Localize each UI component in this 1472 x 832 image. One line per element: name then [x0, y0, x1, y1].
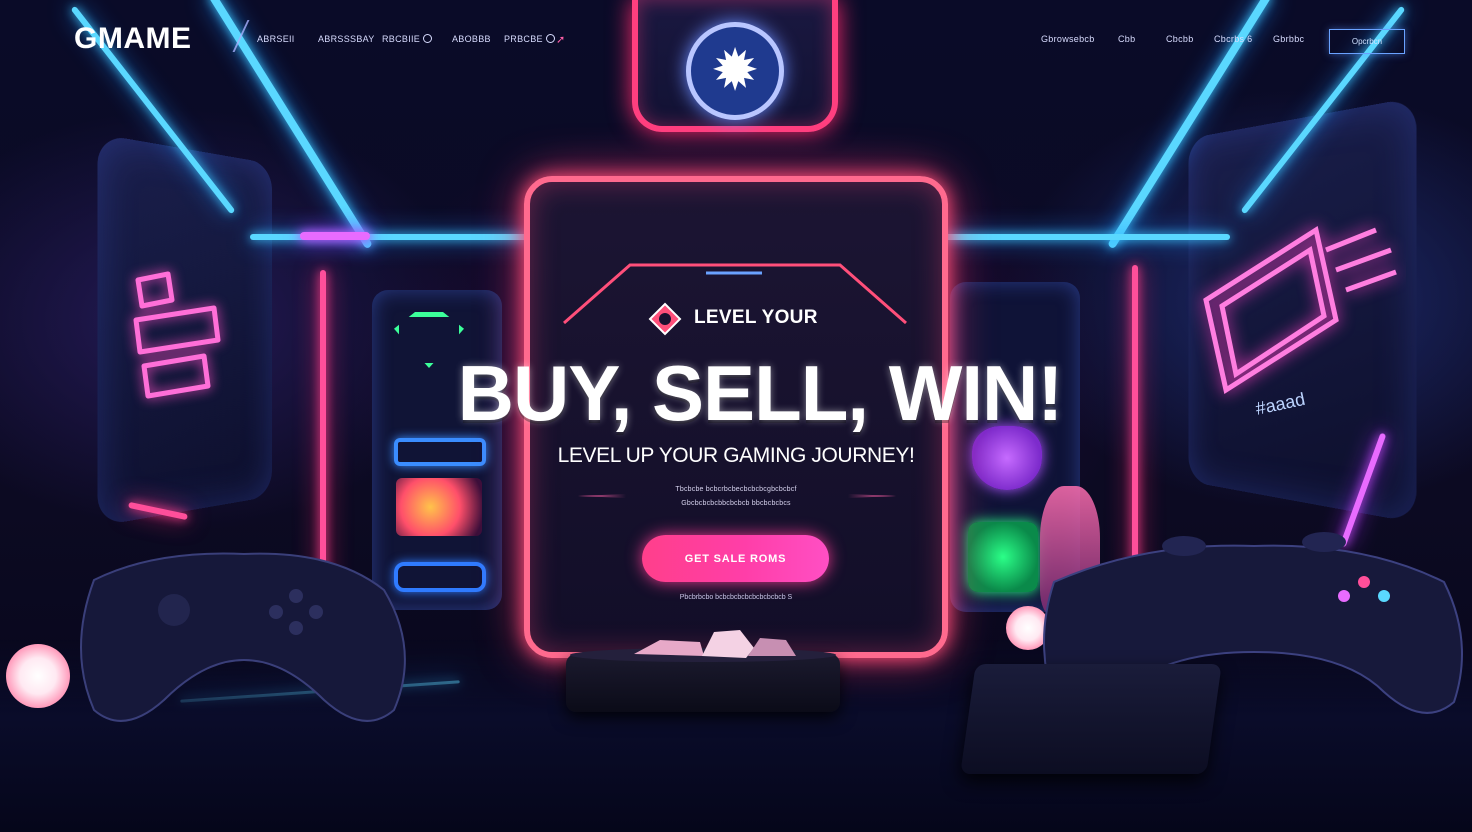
nav-link-label: RBCBIIE	[382, 34, 421, 44]
game-art-thumb	[396, 478, 482, 536]
hero-description-line: Gbcbcbcbcbbcbcbcb bbcbcbcbcs	[681, 500, 791, 507]
nav-link-label: ABRSSSBAY	[318, 34, 375, 44]
hero-eyebrow: LEVEL YOUR	[694, 307, 818, 328]
diamond-logo-icon	[648, 302, 682, 336]
nav-link-label: Gbrbbc	[1273, 34, 1305, 44]
nav-link-label: Gbrowsebcb	[1041, 34, 1095, 44]
nav-link[interactable]: RBCBIIE	[382, 34, 433, 44]
top-navigation: GMAME ABRSEII ABRSSSBAY RBCBIIE ABOBBB P…	[0, 0, 1472, 80]
glow-orb	[6, 644, 70, 708]
pedestal	[566, 654, 840, 712]
nav-link[interactable]: Gbrbbc	[1273, 34, 1304, 44]
left-sale-sign-icon	[133, 271, 221, 399]
device-box	[960, 664, 1222, 774]
nav-link-label: ABRSEII	[257, 34, 295, 44]
nav-link[interactable]: PRBCBE	[504, 34, 555, 44]
nav-link-label: Cbb	[1118, 34, 1136, 44]
right-panel-neon-icon: #aaad	[1203, 225, 1397, 419]
nav-link[interactable]: Cbb	[1118, 34, 1135, 44]
hero-scene: #aaad LEVEL YOUR BUY, SELL, WIN	[0, 0, 1472, 832]
nav-link[interactable]: Cbcbb	[1166, 34, 1194, 44]
nav-link[interactable]: ABRSSSBAY	[318, 34, 375, 44]
neon-line	[930, 234, 1230, 240]
neon-line	[250, 234, 540, 240]
brand-logo[interactable]: GMAME	[74, 22, 192, 56]
nav-link-label: ABOBBB	[452, 34, 491, 44]
green-neon-block	[968, 522, 1038, 592]
nav-link[interactable]: Cbcrbs 6	[1214, 34, 1252, 44]
nav-link-label: Cbcbb	[1166, 34, 1194, 44]
nav-link-label: PRBCBE	[504, 34, 543, 44]
svg-text:#aaad: #aaad	[1254, 389, 1307, 419]
hero-headline: BUY, SELL, WIN!	[457, 349, 1064, 437]
get-sale-button[interactable]: GET SALE ROMS	[642, 535, 829, 582]
logo-slash-icon	[218, 20, 250, 52]
nav-link[interactable]: Gbrowsebcb	[1041, 34, 1095, 44]
left-gamepad-icon	[80, 552, 406, 722]
nav-link-label: Cbcrbs 6	[1214, 34, 1253, 44]
nav-link[interactable]: ABOBBB	[452, 34, 491, 44]
neon-line	[300, 232, 370, 240]
nav-arrow-icon: ➚	[556, 34, 566, 46]
circle-icon	[423, 34, 433, 43]
nav-link[interactable]: ABRSEII	[257, 34, 295, 44]
header-cta-button[interactable]: Opcrbcn	[1329, 29, 1405, 54]
hero-subheadline: LEVEL UP YOUR GAMING JOURNEY!	[557, 444, 915, 467]
hero-description-line: Tbcbcbe bcbcrbcbecbcbcbcgbcbcbcf	[675, 486, 797, 493]
circle-icon	[545, 34, 555, 43]
blue-neon-bar	[394, 438, 486, 466]
hero-footnote: Pbcbrbcbo bcbcbcbcbcbcbcbcbcb S	[679, 594, 793, 601]
gem-pile-icon	[634, 630, 796, 658]
